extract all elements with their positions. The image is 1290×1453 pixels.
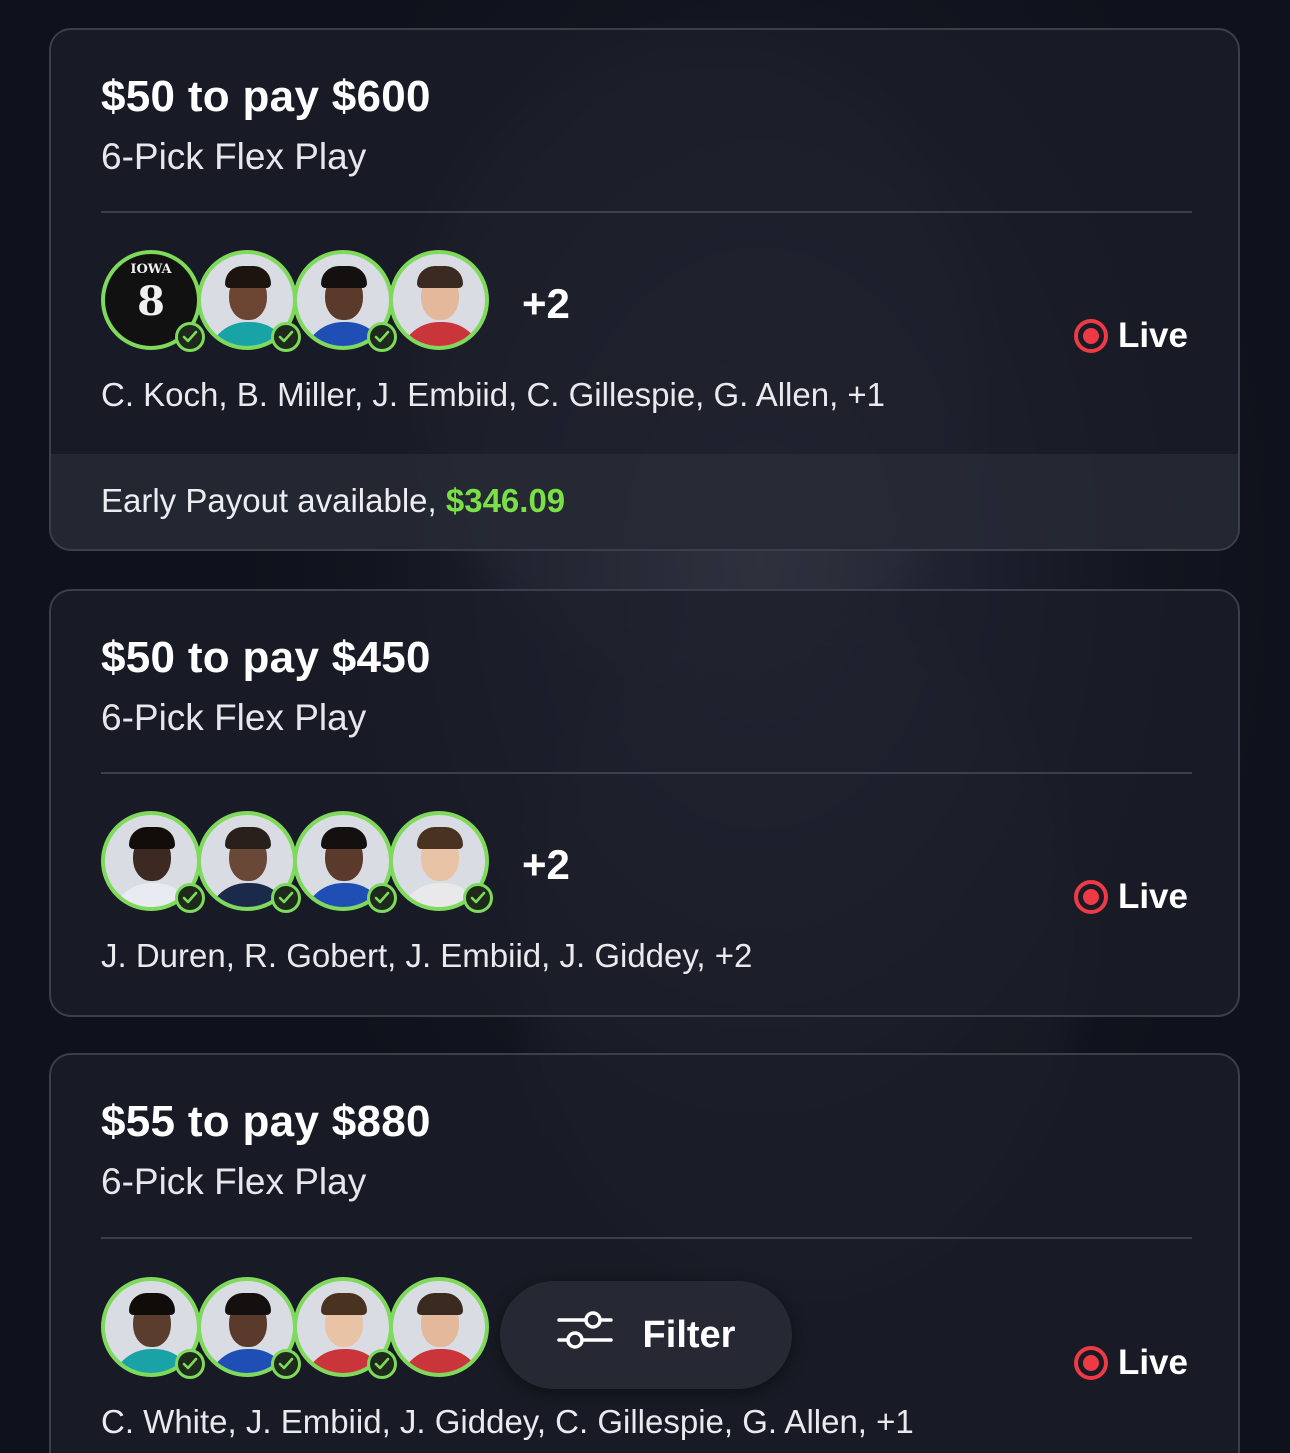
live-label: Live bbox=[1117, 877, 1188, 916]
live-status: Live bbox=[1073, 316, 1188, 356]
entry-type: 6-Pick Flex Play bbox=[101, 136, 367, 177]
live-icon bbox=[1073, 880, 1108, 914]
check-icon bbox=[175, 322, 205, 352]
early-payout-text: Early Payout available, $346.09 bbox=[101, 482, 565, 520]
sliders-icon bbox=[556, 1308, 613, 1362]
check-icon bbox=[271, 883, 301, 913]
check-icon bbox=[367, 883, 397, 913]
live-status: Live bbox=[1073, 877, 1188, 917]
check-icon bbox=[271, 322, 301, 352]
check-icon bbox=[175, 1349, 205, 1379]
player-avatar bbox=[389, 250, 489, 350]
filter-button[interactable]: Filter bbox=[500, 1281, 792, 1389]
live-label: Live bbox=[1117, 316, 1188, 355]
entry-title: $50 to pay $600 bbox=[101, 72, 431, 121]
player-avatars: IOWA 8 bbox=[101, 250, 501, 358]
entry-card[interactable]: $50 to pay $600 6-Pick Flex Play IOWA 8 bbox=[49, 28, 1240, 551]
early-payout-bar[interactable]: Early Payout available, $346.09 bbox=[51, 454, 1238, 549]
entry-title: $50 to pay $450 bbox=[101, 633, 431, 682]
entry-card[interactable]: $50 to pay $450 6-Pick Flex Play +2 Live… bbox=[49, 589, 1240, 1017]
player-avatar bbox=[389, 1277, 489, 1377]
more-players-count: +2 bbox=[522, 841, 570, 888]
live-icon bbox=[1073, 1346, 1108, 1380]
check-icon bbox=[271, 1349, 301, 1379]
early-payout-label: Early Payout available, bbox=[101, 482, 437, 519]
jersey-label: IOWA bbox=[130, 262, 172, 277]
divider bbox=[101, 211, 1192, 213]
divider bbox=[101, 1237, 1192, 1239]
jersey-number: 8 bbox=[137, 278, 165, 325]
live-icon bbox=[1073, 319, 1108, 353]
player-names: C. White, J. Embiid, J. Giddey, C. Gille… bbox=[101, 1403, 914, 1440]
entry-type: 6-Pick Flex Play bbox=[101, 1161, 367, 1202]
player-avatars bbox=[101, 1277, 501, 1385]
entry-card[interactable]: $55 to pay $880 6-Pick Flex Play Live C.… bbox=[49, 1053, 1240, 1453]
divider bbox=[101, 772, 1192, 774]
check-icon bbox=[367, 322, 397, 352]
player-names: C. Koch, B. Miller, J. Embiid, C. Gilles… bbox=[101, 376, 886, 413]
entry-type: 6-Pick Flex Play bbox=[101, 697, 367, 738]
more-players-count: +2 bbox=[522, 280, 570, 327]
early-payout-amount: $346.09 bbox=[445, 482, 566, 519]
live-label: Live bbox=[1117, 1343, 1188, 1382]
player-avatars bbox=[101, 811, 501, 919]
live-status: Live bbox=[1073, 1343, 1188, 1383]
check-icon bbox=[367, 1349, 397, 1379]
filter-label: Filter bbox=[642, 1313, 736, 1356]
entries-screen: $50 to pay $600 6-Pick Flex Play IOWA 8 bbox=[0, 0, 1290, 1453]
player-names: J. Duren, R. Gobert, J. Embiid, J. Gidde… bbox=[101, 937, 753, 974]
check-icon bbox=[175, 883, 205, 913]
entry-title: $55 to pay $880 bbox=[101, 1097, 431, 1146]
check-icon bbox=[463, 883, 493, 913]
